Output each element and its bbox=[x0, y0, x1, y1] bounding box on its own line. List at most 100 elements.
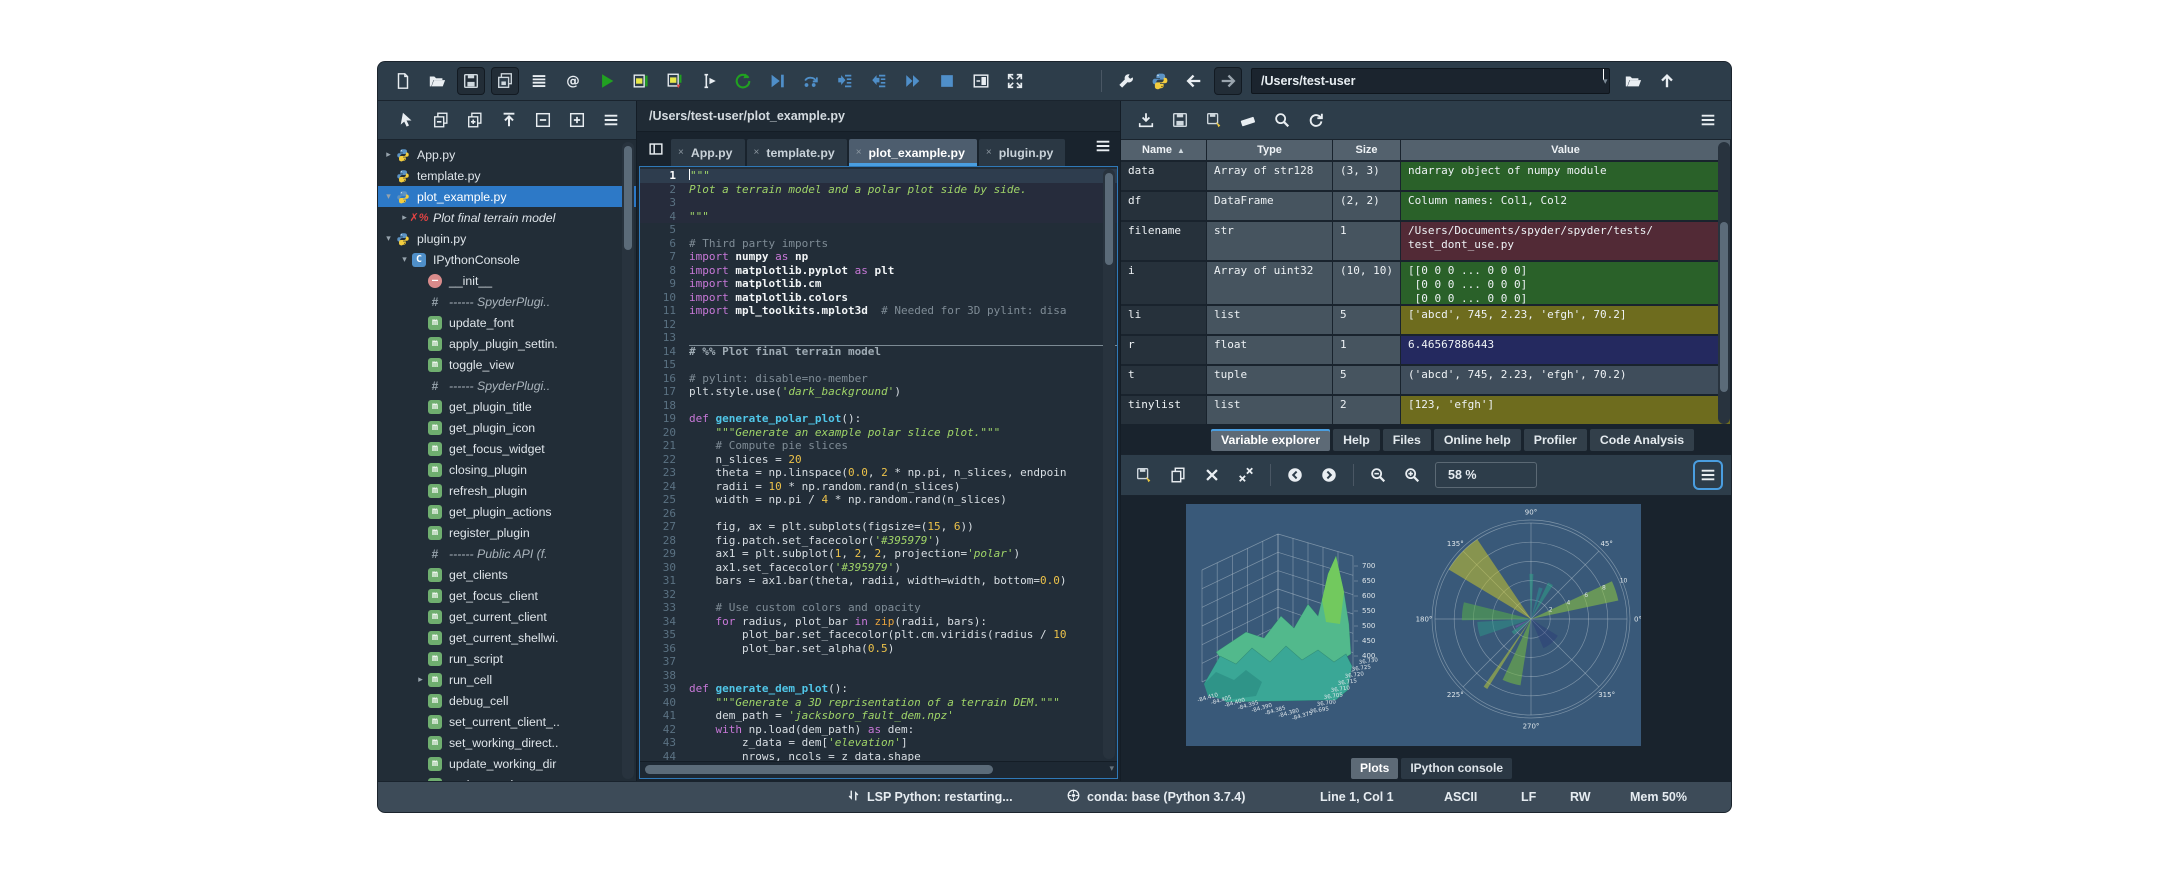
outline-item-plot-final-terrain-model[interactable]: ▸ ✗% Plot final terrain model bbox=[378, 207, 636, 228]
plots-options-icon[interactable] bbox=[1695, 462, 1721, 488]
outline-item-app-py[interactable]: ▸ App.py bbox=[378, 144, 636, 165]
outline-item--public-api-f-[interactable]: # ------ Public API (f. bbox=[378, 543, 636, 564]
outline-item-get_plugin_icon[interactable]: m get_plugin_icon bbox=[378, 417, 636, 438]
zoom-in-button[interactable] bbox=[1399, 462, 1425, 488]
outline-item-plot_example-py[interactable]: ▾ plot_example.py bbox=[378, 186, 636, 207]
outline-item-run_cell[interactable]: ▸ m run_cell bbox=[378, 669, 636, 690]
table-row-tinylist[interactable]: tinylist list 2 [123, 'efgh'] bbox=[1121, 396, 1731, 426]
maximize-pane-button[interactable] bbox=[968, 68, 994, 94]
outline-item-plugin-py[interactable]: ▾ plugin.py bbox=[378, 228, 636, 249]
run-selection-button[interactable] bbox=[696, 68, 722, 94]
close-tab-icon[interactable]: × bbox=[986, 147, 992, 158]
remove-all-plots-button[interactable] bbox=[1233, 462, 1259, 488]
collapse-all-icon[interactable] bbox=[530, 107, 556, 133]
outline-item-run_script[interactable]: m run_script bbox=[378, 648, 636, 669]
outline-item-template-py[interactable]: template.py bbox=[378, 165, 636, 186]
table-row-data[interactable]: data Array of str128 (3, 3) ndarray object … bbox=[1121, 162, 1731, 192]
tab-help[interactable]: Help bbox=[1333, 429, 1380, 451]
new-file-button[interactable] bbox=[390, 68, 416, 94]
editor-options-icon[interactable] bbox=[1094, 137, 1112, 160]
browse-directory-button[interactable] bbox=[1620, 68, 1646, 94]
editor-scrollbar-thumb[interactable] bbox=[1105, 173, 1113, 265]
outline-item-ipythonconsole[interactable]: ▾ C IPythonConsole bbox=[378, 249, 636, 270]
tree-expander-icon[interactable]: ▸ bbox=[382, 149, 395, 160]
debug-file-button[interactable] bbox=[764, 68, 790, 94]
debug-step-out-button[interactable] bbox=[866, 68, 892, 94]
outline-item-refresh_plugin[interactable]: m refresh_plugin bbox=[378, 480, 636, 501]
search-variable-button[interactable] bbox=[1269, 107, 1295, 133]
editor-tab-plugin-py[interactable]: × plugin.py bbox=[978, 139, 1066, 166]
table-row-filename[interactable]: filename str 1/Users/Documents/spyder/spyd… bbox=[1121, 222, 1731, 262]
parent-directory-button[interactable] bbox=[1654, 68, 1680, 94]
import-data-button[interactable] bbox=[1133, 107, 1159, 133]
outline-scrollbar-thumb[interactable] bbox=[624, 146, 632, 250]
save-all-button[interactable] bbox=[492, 68, 518, 94]
outline-item-closing_plugin[interactable]: m closing_plugin bbox=[378, 459, 636, 480]
run-cell-button[interactable] bbox=[628, 68, 654, 94]
editor-tab-plot_example-py[interactable]: × plot_example.py bbox=[848, 139, 977, 166]
outline-item-apply_plugin_settin-[interactable]: m apply_plugin_settin. bbox=[378, 333, 636, 354]
outline-item-set_current_client_-[interactable]: m set_current_client_.. bbox=[378, 711, 636, 732]
editor-hscrollbar-thumb[interactable] bbox=[645, 765, 993, 774]
code-area[interactable]: 1 """ 2 Plot a terrain model and a polar pl… bbox=[640, 167, 1117, 761]
chevron-down-icon[interactable]: ▾ bbox=[1603, 69, 1608, 86]
table-row-li[interactable]: li list 5 ['abcd', 745, 2.23, 'efgh', 70.2] bbox=[1121, 306, 1731, 336]
debug-step-over-button[interactable] bbox=[798, 68, 824, 94]
tab-variable-explorer[interactable]: Variable explorer bbox=[1211, 429, 1331, 451]
outline-item-get_focus_widget[interactable]: m get_focus_widget bbox=[378, 438, 636, 459]
plot-zoom-field[interactable]: 58 % bbox=[1435, 462, 1537, 488]
working-directory-field[interactable]: /Users/test-user ▾ bbox=[1251, 68, 1610, 94]
run-file-button[interactable] bbox=[594, 68, 620, 94]
table-scrollbar[interactable] bbox=[1718, 142, 1730, 424]
column-header-value[interactable]: Value bbox=[1401, 140, 1731, 162]
matplotlib-figure[interactable]: 400450500550600650700-84.410-84.405-84.4… bbox=[1186, 504, 1641, 746]
forward-button[interactable] bbox=[1215, 68, 1241, 94]
save-plot-button[interactable] bbox=[1131, 462, 1157, 488]
editor-tab-app-py[interactable]: × App.py bbox=[671, 139, 745, 166]
outline-item-debug_cell[interactable]: m debug_cell bbox=[378, 690, 636, 711]
outline-item-get_clients[interactable]: m get_clients bbox=[378, 564, 636, 585]
python-path-manager-button[interactable] bbox=[1147, 68, 1173, 94]
close-tab-icon[interactable]: × bbox=[678, 147, 684, 158]
debug-step-into-button[interactable] bbox=[832, 68, 858, 94]
tree-expander-icon[interactable]: ▸ bbox=[414, 674, 427, 685]
outline-item--spyderplugi-[interactable]: # ------ SpyderPlugi.. bbox=[378, 375, 636, 396]
refresh-variables-button[interactable] bbox=[1303, 107, 1329, 133]
outline-scrollbar[interactable] bbox=[622, 142, 634, 779]
follow-cursor-icon[interactable] bbox=[496, 107, 522, 133]
outline-item-set_working_direct-[interactable]: m set_working_direct.. bbox=[378, 732, 636, 753]
remove-plot-button[interactable] bbox=[1199, 462, 1225, 488]
outline-item-update_font[interactable]: m update_font bbox=[378, 312, 636, 333]
close-tab-icon[interactable]: × bbox=[856, 147, 862, 158]
open-file-button[interactable] bbox=[424, 68, 450, 94]
save-file-button[interactable] bbox=[458, 68, 484, 94]
column-header-name[interactable]: Name ▲ bbox=[1121, 140, 1207, 162]
file-switcher-button[interactable] bbox=[526, 68, 552, 94]
table-row-r[interactable]: r float 1 6.46567886443 bbox=[1121, 336, 1731, 366]
column-header-size[interactable]: Size bbox=[1333, 140, 1401, 162]
tab-ipython-console[interactable]: IPython console bbox=[1401, 757, 1513, 779]
expand-all-icon[interactable] bbox=[564, 107, 590, 133]
next-plot-button[interactable] bbox=[1316, 462, 1342, 488]
editor-scrollbar[interactable] bbox=[1103, 169, 1115, 759]
tree-expander-icon[interactable]: ▾ bbox=[398, 254, 411, 265]
zoom-out-button[interactable] bbox=[1365, 462, 1391, 488]
copy-plot-button[interactable] bbox=[1165, 462, 1191, 488]
outline-item-get_current_client[interactable]: m get_current_client bbox=[378, 606, 636, 627]
collapse-section-icon[interactable] bbox=[428, 107, 454, 133]
save-data-button[interactable] bbox=[1167, 107, 1193, 133]
outline-item-get_plugin_title[interactable]: m get_plugin_title bbox=[378, 396, 636, 417]
outline-item-get_focus_client[interactable]: m get_focus_client bbox=[378, 585, 636, 606]
browse-tabs-icon[interactable] bbox=[643, 136, 669, 162]
previous-plot-button[interactable] bbox=[1282, 462, 1308, 488]
fullscreen-button[interactable] bbox=[1002, 68, 1028, 94]
outline-item-register_plugin[interactable]: m register_plugin bbox=[378, 522, 636, 543]
table-row-i[interactable]: i Array of uint32 (10, 10) [[0 0 0 ... 0 0 … bbox=[1121, 262, 1731, 306]
scroll-right-icon[interactable]: ▾ bbox=[1109, 763, 1114, 774]
editor-horizontal-scrollbar[interactable]: ▾ bbox=[640, 761, 1117, 778]
expand-section-icon[interactable] bbox=[462, 107, 488, 133]
debug-stop-button[interactable] bbox=[934, 68, 960, 94]
go-to-cursor-icon[interactable] bbox=[394, 107, 420, 133]
table-row-t[interactable]: t tuple 5 ('abcd', 745, 2.23, 'efgh', 70.2) bbox=[1121, 366, 1731, 396]
tree-expander-icon[interactable]: ▾ bbox=[382, 191, 395, 202]
